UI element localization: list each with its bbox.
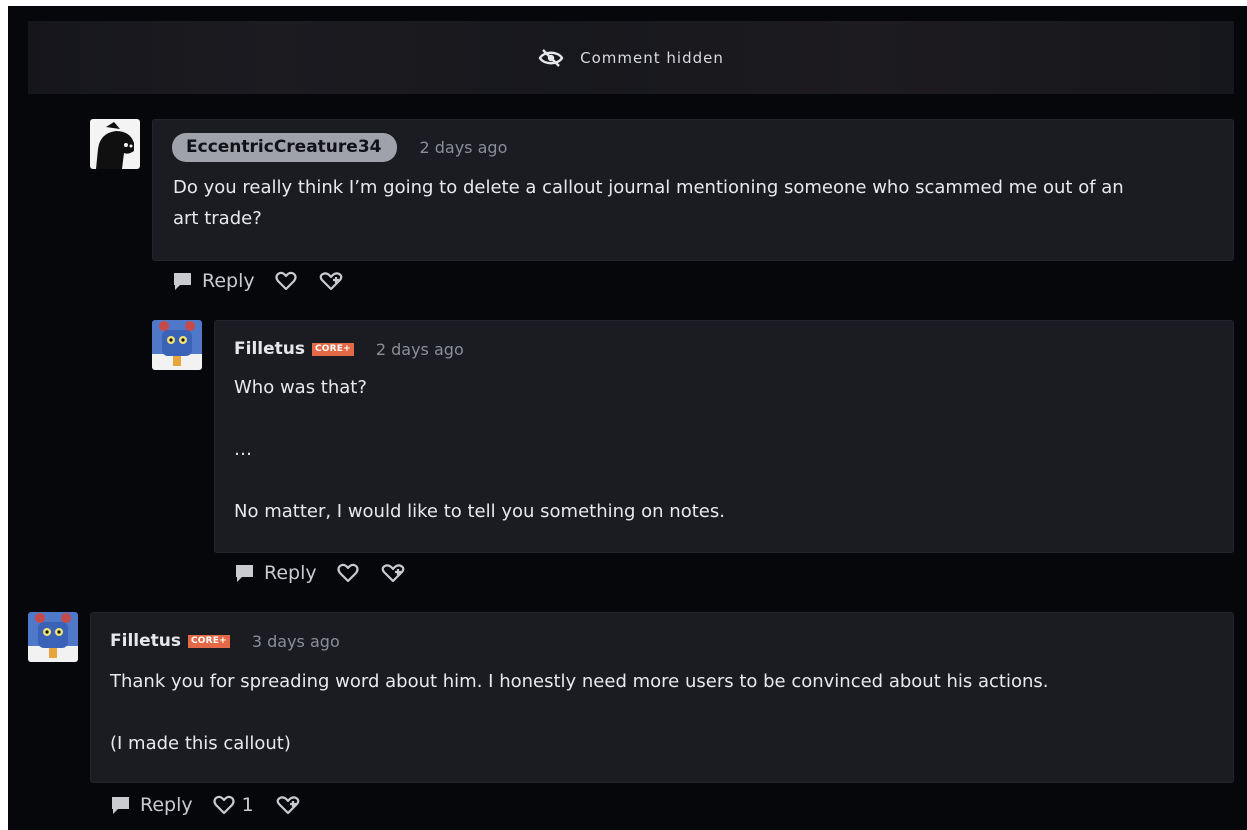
username[interactable]: Filletus	[110, 631, 181, 651]
award-button[interactable]	[276, 795, 300, 815]
heart-icon	[213, 795, 235, 815]
award-heart-icon	[319, 272, 342, 291]
like-button[interactable]	[337, 563, 359, 583]
avatar[interactable]	[90, 119, 140, 169]
hidden-comment-bar[interactable]: Comment hidden	[28, 21, 1234, 94]
reply-button[interactable]: Reply	[110, 794, 193, 816]
username[interactable]: Filletus	[234, 339, 305, 359]
avatar[interactable]	[152, 320, 202, 370]
comment-body: Do you really think I’m going to delete …	[173, 177, 1124, 229]
timestamp[interactable]: 2 days ago	[419, 138, 507, 157]
reply-button[interactable]: Reply	[172, 270, 255, 292]
comment-body: Thank you for spreading word about him. …	[110, 671, 1049, 754]
hidden-comment-label: Comment hidden	[580, 48, 724, 67]
reply-label: Reply	[264, 562, 317, 584]
like-button[interactable]: 1	[213, 794, 254, 816]
comments-panel: Comment hidden EccentricCreature34 2 day…	[8, 6, 1247, 830]
comment-actions: Reply 1	[110, 794, 300, 816]
timestamp[interactable]: 2 days ago	[376, 340, 464, 359]
comment-header: Filletus CORE+ 2 days ago	[234, 339, 464, 359]
like-button[interactable]	[275, 271, 297, 291]
speech-bubble-icon	[112, 797, 129, 814]
comment-header: EccentricCreature34 2 days ago	[172, 133, 507, 162]
comment-actions: Reply	[234, 562, 405, 584]
eye-slash-icon	[538, 48, 564, 67]
award-button[interactable]	[319, 271, 343, 291]
core-plus-badge[interactable]: CORE+	[187, 634, 230, 648]
speech-bubble-icon	[236, 565, 253, 582]
like-count: 1	[241, 794, 254, 816]
core-plus-badge[interactable]: CORE+	[311, 342, 354, 356]
award-heart-icon	[381, 564, 404, 583]
heart-icon	[337, 563, 359, 583]
speech-bubble-icon	[174, 273, 191, 290]
username-pill[interactable]: EccentricCreature34	[172, 133, 398, 162]
comment-header: Filletus CORE+ 3 days ago	[110, 631, 340, 651]
reply-label: Reply	[140, 794, 193, 816]
timestamp[interactable]: 3 days ago	[252, 632, 340, 651]
award-heart-icon	[276, 796, 300, 815]
comment-actions: Reply	[172, 270, 343, 292]
heart-icon	[275, 271, 297, 291]
avatar[interactable]	[28, 612, 78, 662]
comment-body: Who was that? … No matter, I would like …	[234, 377, 725, 522]
reply-label: Reply	[202, 270, 255, 292]
reply-button[interactable]: Reply	[234, 562, 317, 584]
award-button[interactable]	[381, 563, 405, 583]
